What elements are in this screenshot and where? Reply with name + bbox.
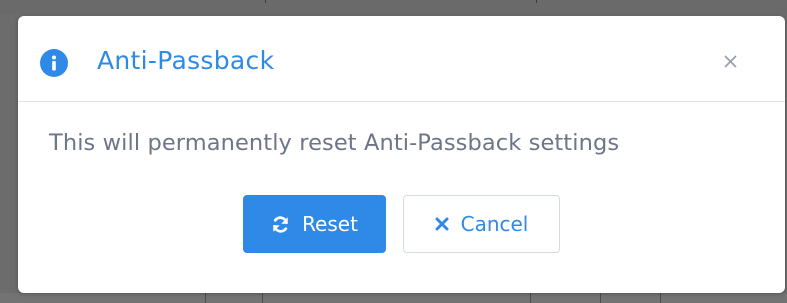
background-table-cell [600,293,601,303]
background-divider [265,0,537,3]
anti-passback-dialog: Anti-Passback This will permanently rese… [18,16,785,293]
background-table-cell [530,293,531,303]
dialog-header: Anti-Passback [18,16,785,102]
refresh-icon [271,215,290,234]
close-button[interactable] [718,50,742,74]
cancel-button-label: Cancel [460,212,529,236]
reset-button-label: Reset [302,212,358,236]
x-icon [435,217,449,231]
reset-button[interactable]: Reset [243,195,386,253]
background-table-strip [0,293,787,303]
background-table-cell [262,293,263,303]
cancel-button[interactable]: Cancel [403,195,560,253]
info-icon [40,49,68,77]
dialog-message: This will permanently reset Anti-Passbac… [49,130,620,156]
background-table-cell [205,293,206,303]
close-icon [724,53,737,72]
background-table-cell [660,293,661,303]
dialog-title: Anti-Passback [97,46,275,75]
